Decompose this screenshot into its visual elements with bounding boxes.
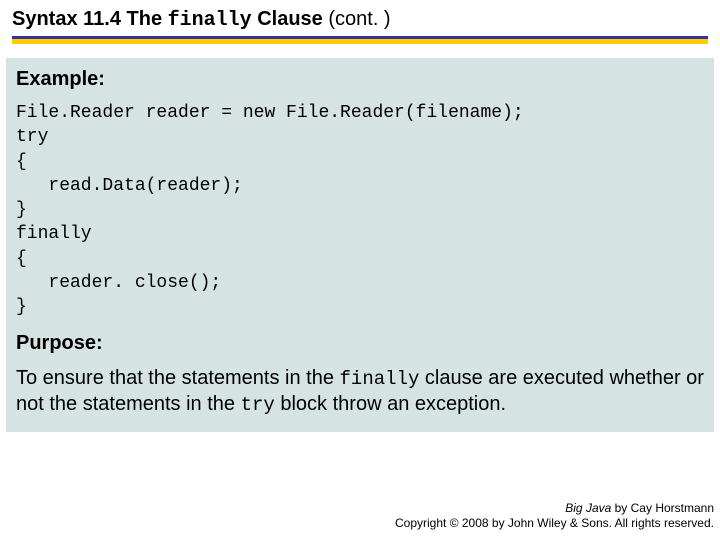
footer-line1: Big Java by Cay Horstmann (395, 501, 714, 517)
footer: Big Java by Cay Horstmann Copyright © 20… (395, 501, 714, 532)
purpose-body: To ensure that the statements in the fin… (16, 365, 704, 418)
divider-yellow (12, 39, 708, 44)
footer-copyright: Copyright © 2008 by John Wiley & Sons. A… (395, 516, 714, 532)
title-keyword: finally (168, 9, 252, 32)
code-block: File.Reader reader = new File.Reader(fil… (16, 101, 704, 320)
title-prefix: Syntax 11.4 The (12, 8, 168, 30)
title-cont: (cont. ) (328, 8, 390, 30)
content-panel: Example: File.Reader reader = new File.R… (6, 58, 714, 432)
title-suffix: Clause (252, 8, 329, 30)
example-heading: Example: (16, 68, 704, 91)
footer-byline: by Cay Horstmann (611, 501, 714, 515)
title-bar: Syntax 11.4 The finally Clause (cont. ) (0, 0, 720, 32)
purpose-kw1: finally (340, 368, 420, 390)
purpose-heading: Purpose: (16, 332, 704, 355)
purpose-kw2: try (241, 394, 275, 416)
footer-book: Big Java (565, 501, 611, 515)
slide-title: Syntax 11.4 The finally Clause (cont. ) (12, 8, 708, 32)
purpose-seg3: block throw an exception. (275, 393, 506, 415)
purpose-seg1: To ensure that the statements in the (16, 367, 340, 389)
